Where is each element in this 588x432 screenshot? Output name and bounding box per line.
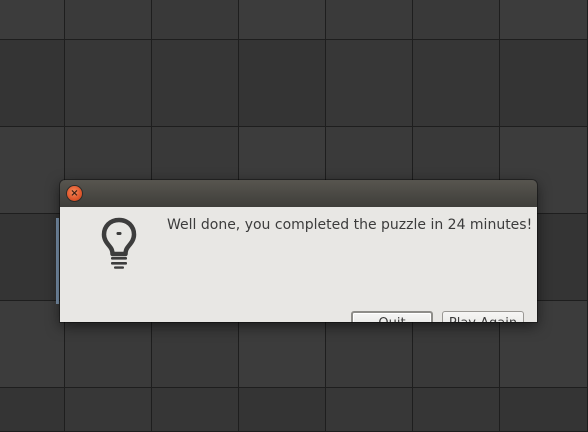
board-tile[interactable] bbox=[239, 40, 326, 127]
board-tile[interactable] bbox=[500, 388, 588, 432]
close-icon: × bbox=[70, 187, 79, 199]
board-tile[interactable] bbox=[65, 0, 152, 40]
board-tile[interactable] bbox=[326, 0, 413, 40]
board-tile[interactable] bbox=[65, 40, 152, 127]
play-again-button[interactable]: Play Again bbox=[442, 311, 524, 322]
dialog-body: Well done, you completed the puzzle in 2… bbox=[60, 207, 537, 322]
close-button[interactable]: × bbox=[67, 186, 82, 201]
lightbulb-icon bbox=[101, 217, 137, 269]
board-tile[interactable] bbox=[0, 127, 65, 214]
board-tile[interactable] bbox=[152, 0, 239, 40]
board-tile[interactable] bbox=[413, 40, 500, 127]
background-window-edge bbox=[56, 218, 59, 304]
completion-message: Well done, you completed the puzzle in 2… bbox=[167, 217, 533, 233]
board-tile[interactable] bbox=[0, 0, 65, 40]
quit-button[interactable]: Quit bbox=[351, 311, 433, 322]
board-tile[interactable] bbox=[239, 0, 326, 40]
board-tile[interactable] bbox=[413, 388, 500, 432]
board-tile[interactable] bbox=[500, 40, 588, 127]
board-tile[interactable] bbox=[0, 301, 65, 388]
dialog-titlebar: × bbox=[60, 180, 537, 207]
board-tile[interactable] bbox=[65, 388, 152, 432]
completion-dialog: × Well done, you completed the puzzle in… bbox=[60, 180, 537, 322]
board-tile[interactable] bbox=[239, 388, 326, 432]
board-tile[interactable] bbox=[152, 40, 239, 127]
board-tile[interactable] bbox=[0, 388, 65, 432]
board-tile[interactable] bbox=[500, 0, 588, 40]
board-tile[interactable] bbox=[326, 388, 413, 432]
board-tile[interactable] bbox=[326, 40, 413, 127]
board-tile[interactable] bbox=[152, 388, 239, 432]
board-tile[interactable] bbox=[413, 0, 500, 40]
board-tile[interactable] bbox=[0, 40, 65, 127]
